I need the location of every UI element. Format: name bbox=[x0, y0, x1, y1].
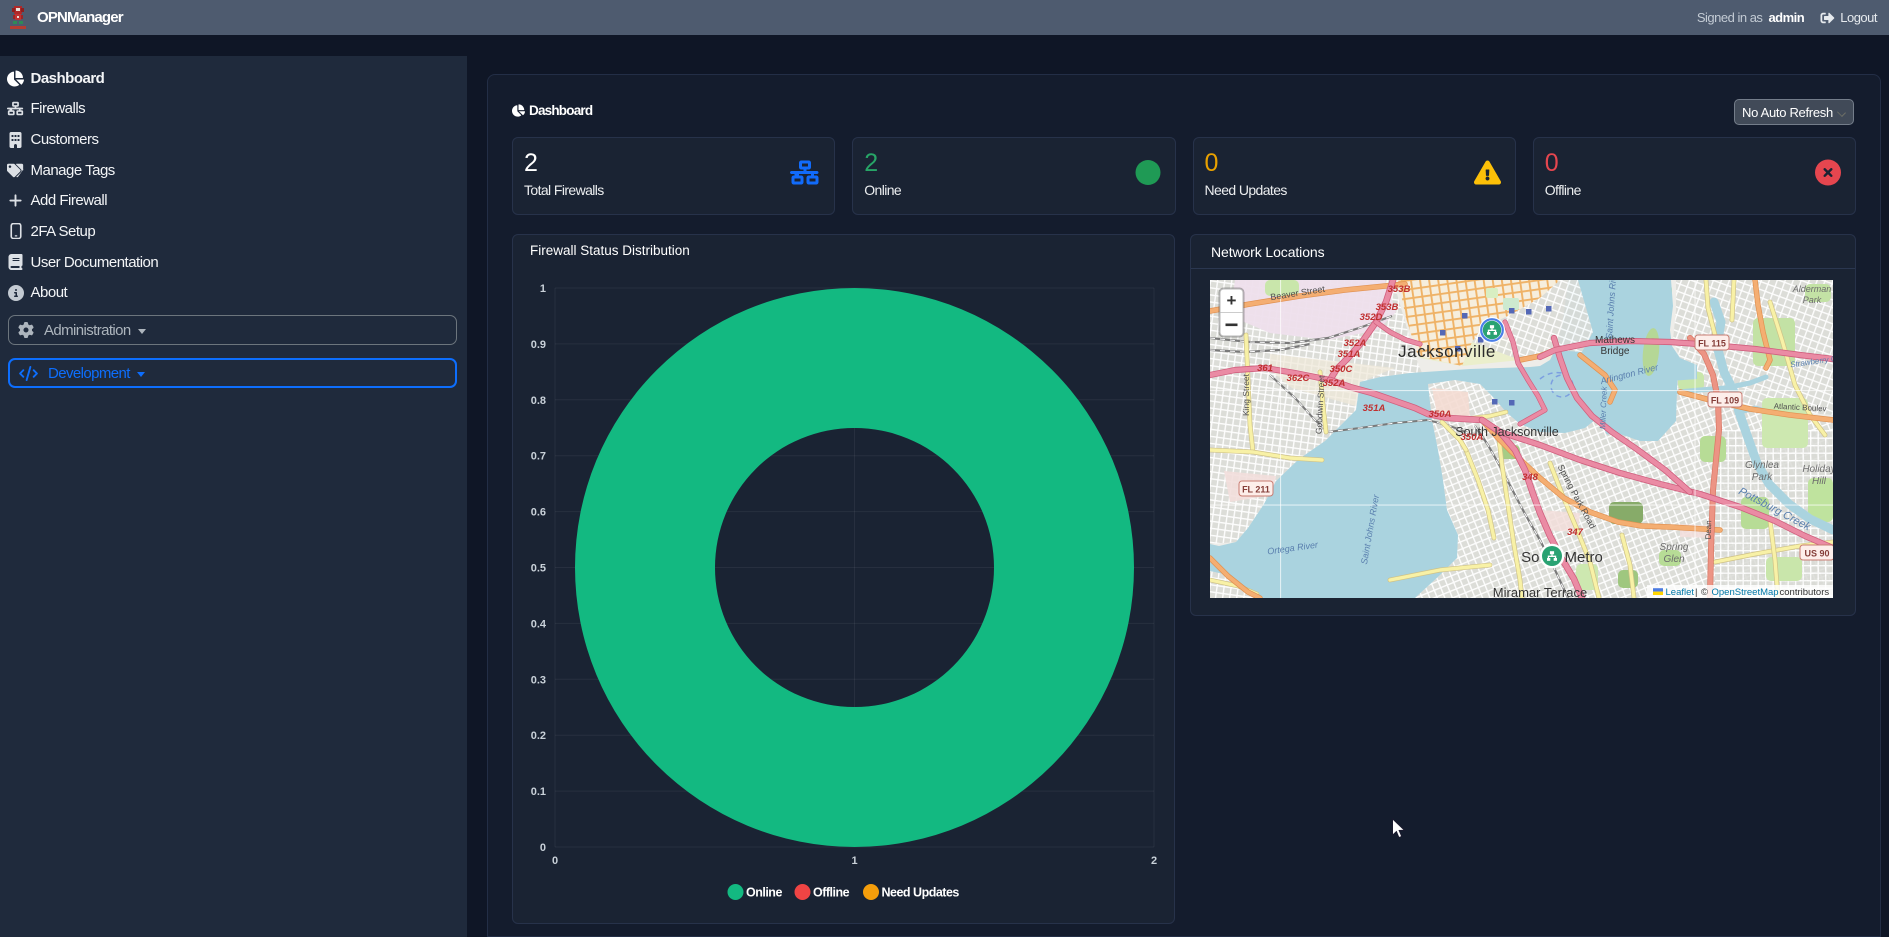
svg-text:Hill: Hill bbox=[1812, 476, 1827, 487]
svg-text:©: © bbox=[1701, 587, 1708, 598]
svg-text:350A: 350A bbox=[1461, 432, 1484, 443]
svg-text:Leaflet: Leaflet bbox=[1666, 587, 1695, 598]
svg-text:Bridge: Bridge bbox=[1601, 346, 1630, 357]
svg-text:347: 347 bbox=[1567, 527, 1584, 538]
svg-text:353B: 353B bbox=[1388, 284, 1411, 295]
svg-text:0.5: 0.5 bbox=[531, 563, 546, 575]
svg-text:350C: 350C bbox=[1330, 364, 1353, 375]
svg-text:FL 109: FL 109 bbox=[1711, 396, 1739, 406]
svg-text:|: | bbox=[1695, 587, 1697, 598]
svg-text:0.1: 0.1 bbox=[531, 786, 546, 798]
svg-text:King Street: King Street bbox=[1241, 373, 1251, 416]
svg-text:Online: Online bbox=[746, 886, 782, 900]
svg-text:Glynlea: Glynlea bbox=[1745, 460, 1779, 471]
svg-text:Miller Creek: Miller Creek bbox=[1598, 385, 1609, 429]
svg-text:0.4: 0.4 bbox=[531, 618, 547, 630]
svg-text:+: + bbox=[1227, 291, 1237, 310]
svg-text:351A: 351A bbox=[1363, 403, 1386, 414]
svg-text:0.2: 0.2 bbox=[531, 730, 546, 742]
svg-text:2: 2 bbox=[1151, 855, 1157, 867]
svg-text:352D: 352D bbox=[1360, 312, 1383, 323]
svg-text:352A: 352A bbox=[1344, 338, 1367, 349]
svg-text:US 90: US 90 bbox=[1804, 549, 1829, 559]
svg-text:0.3: 0.3 bbox=[531, 674, 546, 686]
svg-text:351A: 351A bbox=[1338, 349, 1361, 360]
svg-text:Mathews: Mathews bbox=[1595, 335, 1635, 346]
svg-text:0.8: 0.8 bbox=[531, 395, 546, 407]
svg-text:348: 348 bbox=[1522, 472, 1539, 483]
svg-text:FL 211: FL 211 bbox=[1242, 485, 1270, 495]
svg-text:0.9: 0.9 bbox=[531, 339, 546, 351]
svg-text:contributors: contributors bbox=[1780, 587, 1830, 598]
svg-text:362C: 362C bbox=[1287, 373, 1310, 384]
svg-text:Offline: Offline bbox=[813, 886, 850, 900]
svg-text:Jacksonville: Jacksonville bbox=[1398, 342, 1496, 361]
svg-text:FL 115: FL 115 bbox=[1698, 339, 1726, 349]
svg-text:Miramar Terrace: Miramar Terrace bbox=[1493, 585, 1587, 598]
svg-text:352A: 352A bbox=[1323, 378, 1346, 389]
svg-text:Park: Park bbox=[1752, 472, 1774, 483]
svg-text:Glen: Glen bbox=[1663, 554, 1685, 565]
svg-text:0: 0 bbox=[540, 842, 546, 854]
svg-text:1: 1 bbox=[540, 283, 546, 295]
svg-text:Alderman: Alderman bbox=[1792, 284, 1832, 294]
svg-text:Spring: Spring bbox=[1660, 542, 1689, 553]
svg-text:350A: 350A bbox=[1429, 409, 1452, 420]
svg-text:1: 1 bbox=[851, 855, 857, 867]
svg-text:Park: Park bbox=[1803, 295, 1822, 305]
svg-text:0.7: 0.7 bbox=[531, 451, 546, 463]
svg-text:Holiday: Holiday bbox=[1802, 464, 1833, 475]
svg-text:OpenStreetMap: OpenStreetMap bbox=[1712, 587, 1779, 598]
svg-text:Dean: Dean bbox=[1704, 520, 1714, 539]
svg-text:Need Updates: Need Updates bbox=[882, 886, 960, 900]
svg-text:361: 361 bbox=[1257, 363, 1273, 374]
svg-text:0: 0 bbox=[552, 855, 558, 867]
svg-text:0.6: 0.6 bbox=[531, 507, 546, 519]
